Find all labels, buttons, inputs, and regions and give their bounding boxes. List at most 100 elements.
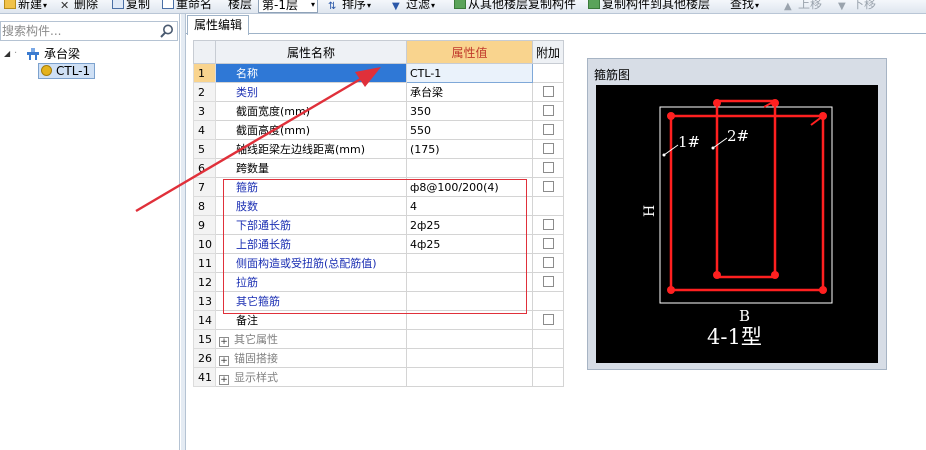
extra-checkbox[interactable] bbox=[542, 275, 554, 287]
property-row[interactable]: 2 类别 承台梁 bbox=[193, 82, 565, 102]
property-value[interactable] bbox=[406, 291, 533, 311]
property-row[interactable]: 6 跨数量 bbox=[193, 158, 565, 178]
property-row[interactable]: 11 侧面构造或受扭筋(总配筋值) bbox=[193, 253, 565, 273]
property-row[interactable]: 14 备注 bbox=[193, 310, 565, 330]
property-name-text: 下部通长筋 bbox=[236, 219, 291, 232]
property-value[interactable]: 350 bbox=[406, 101, 533, 121]
row-number: 2 bbox=[193, 82, 216, 102]
rebar-dot bbox=[819, 286, 827, 294]
property-value[interactable]: 4 bbox=[406, 196, 533, 216]
property-row[interactable]: 4 截面高度(mm) 550 bbox=[193, 120, 565, 140]
extra-cell bbox=[531, 253, 565, 273]
property-row[interactable]: 8 肢数 4 bbox=[193, 196, 565, 216]
expand-icon[interactable]: + bbox=[219, 375, 229, 385]
leader-line-2 bbox=[712, 137, 728, 149]
expand-icon[interactable]: + bbox=[219, 337, 229, 347]
property-name-text: 轴线距梁左边线距离(mm) bbox=[236, 143, 366, 156]
filter-button[interactable]: ▼ 过滤▾ bbox=[392, 0, 435, 12]
property-value[interactable] bbox=[406, 253, 533, 273]
property-value[interactable]: 2ф25 bbox=[406, 215, 533, 235]
expand-icon[interactable]: + bbox=[219, 356, 229, 366]
rebar-dot bbox=[713, 99, 721, 107]
extra-checkbox[interactable] bbox=[542, 218, 554, 230]
rename-button[interactable]: 重命名 bbox=[162, 0, 212, 12]
extra-checkbox[interactable] bbox=[542, 256, 554, 268]
collapse-icon[interactable]: ◢ bbox=[4, 46, 10, 62]
property-value[interactable] bbox=[406, 348, 533, 368]
extra-cell bbox=[531, 196, 565, 216]
property-name-text: 显示样式 bbox=[234, 371, 278, 384]
property-row[interactable]: 9 下部通长筋 2ф25 bbox=[193, 215, 565, 235]
copy-from-floor-icon bbox=[454, 0, 466, 9]
rebar-dot bbox=[819, 112, 827, 120]
floor-select[interactable]: 第-1层 ▾ bbox=[258, 0, 318, 13]
property-row[interactable]: 10 上部通长筋 4ф25 bbox=[193, 234, 565, 254]
new-button[interactable]: 新建▾ bbox=[4, 0, 47, 12]
header-extra: 附加 bbox=[531, 40, 565, 64]
property-value[interactable]: ф8@100/200(4) bbox=[406, 177, 533, 197]
panel-splitter[interactable] bbox=[181, 14, 186, 450]
copy-button[interactable]: 复制 bbox=[112, 0, 150, 12]
extra-checkbox[interactable] bbox=[542, 104, 554, 116]
rebar-dot bbox=[667, 286, 675, 294]
row-number: 13 bbox=[193, 291, 216, 311]
move-up-button[interactable]: ▲ 上移 bbox=[784, 0, 822, 12]
search-input[interactable] bbox=[1, 22, 155, 40]
extra-checkbox[interactable] bbox=[542, 123, 554, 135]
property-value[interactable]: 550 bbox=[406, 120, 533, 140]
rebar-diagram-title: 箍筋图 bbox=[594, 68, 631, 82]
property-name-text: 拉筋 bbox=[236, 276, 258, 289]
property-name-text: 上部通长筋 bbox=[236, 238, 291, 251]
tree-node-ctl-1[interactable]: CTL-1 bbox=[38, 63, 96, 79]
property-row[interactable]: 5 轴线距梁左边线距离(mm) (175) bbox=[193, 139, 565, 159]
extra-cell bbox=[531, 348, 565, 368]
property-row[interactable]: 13 其它箍筋 bbox=[193, 291, 565, 311]
floor-label: 楼层 bbox=[228, 0, 253, 11]
move-down-button[interactable]: ▼ 下移 bbox=[838, 0, 876, 12]
extra-checkbox[interactable] bbox=[542, 142, 554, 154]
property-value[interactable]: 4ф25 bbox=[406, 234, 533, 254]
search-icon[interactable] bbox=[159, 23, 175, 39]
tab-property-edit[interactable]: 属性编辑 bbox=[187, 15, 250, 35]
delete-button[interactable]: ✕ 删除 bbox=[60, 0, 98, 12]
property-value[interactable] bbox=[406, 310, 533, 330]
extra-checkbox[interactable] bbox=[542, 180, 554, 192]
extra-checkbox[interactable] bbox=[542, 313, 554, 325]
property-row[interactable]: 3 截面宽度(mm) 350 bbox=[193, 101, 565, 121]
property-name-text: 类别 bbox=[236, 86, 258, 99]
find-button[interactable]: 查找▾ bbox=[730, 0, 759, 12]
selected-tree-item[interactable]: CTL-1 bbox=[38, 63, 96, 79]
property-row[interactable]: 26 + 锚固搭接 bbox=[193, 348, 565, 368]
extra-checkbox[interactable] bbox=[542, 237, 554, 249]
filter-icon: ▼ bbox=[392, 1, 400, 12]
arrow-up-icon: ▲ bbox=[784, 1, 792, 12]
rebar-dot bbox=[771, 99, 779, 107]
property-value[interactable]: 承台梁 bbox=[406, 82, 533, 102]
property-row[interactable]: 15 + 其它属性 bbox=[193, 329, 565, 349]
copy-to-floor-button[interactable]: 复制构件到其他楼层 bbox=[588, 0, 710, 12]
copy-from-floor-button[interactable]: 从其他楼层复制构件 bbox=[454, 0, 576, 12]
property-value[interactable] bbox=[406, 329, 533, 349]
rebar-dot bbox=[713, 271, 721, 279]
sort-button[interactable]: ⇅ 排序▾ bbox=[328, 0, 371, 12]
dimension-b: B bbox=[739, 307, 750, 325]
property-name: + 锚固搭接 bbox=[215, 348, 407, 368]
property-name-text: 侧面构造或受扭筋(总配筋值) bbox=[236, 257, 377, 270]
copy-icon bbox=[112, 0, 124, 9]
rebar-diagram-canvas: 1# 2# H B 4-1型 bbox=[596, 85, 878, 363]
property-value[interactable] bbox=[406, 272, 533, 292]
property-row[interactable]: 41 + 显示样式 bbox=[193, 367, 565, 387]
property-value[interactable] bbox=[406, 367, 533, 387]
property-row[interactable]: 1 名称 CTL-1 bbox=[193, 63, 565, 83]
property-value[interactable] bbox=[406, 158, 533, 178]
property-value[interactable]: CTL-1 bbox=[406, 63, 533, 83]
property-value[interactable]: (175) bbox=[406, 139, 533, 159]
leader-dot-2 bbox=[711, 146, 715, 150]
extra-checkbox[interactable] bbox=[542, 85, 554, 97]
property-row[interactable]: 12 拉筋 bbox=[193, 272, 565, 292]
row-number: 8 bbox=[193, 196, 216, 216]
extra-checkbox[interactable] bbox=[542, 161, 554, 173]
beam-group-icon bbox=[26, 47, 40, 61]
property-name: 截面宽度(mm) bbox=[215, 101, 407, 121]
property-row[interactable]: 7 箍筋 ф8@100/200(4) bbox=[193, 177, 565, 197]
